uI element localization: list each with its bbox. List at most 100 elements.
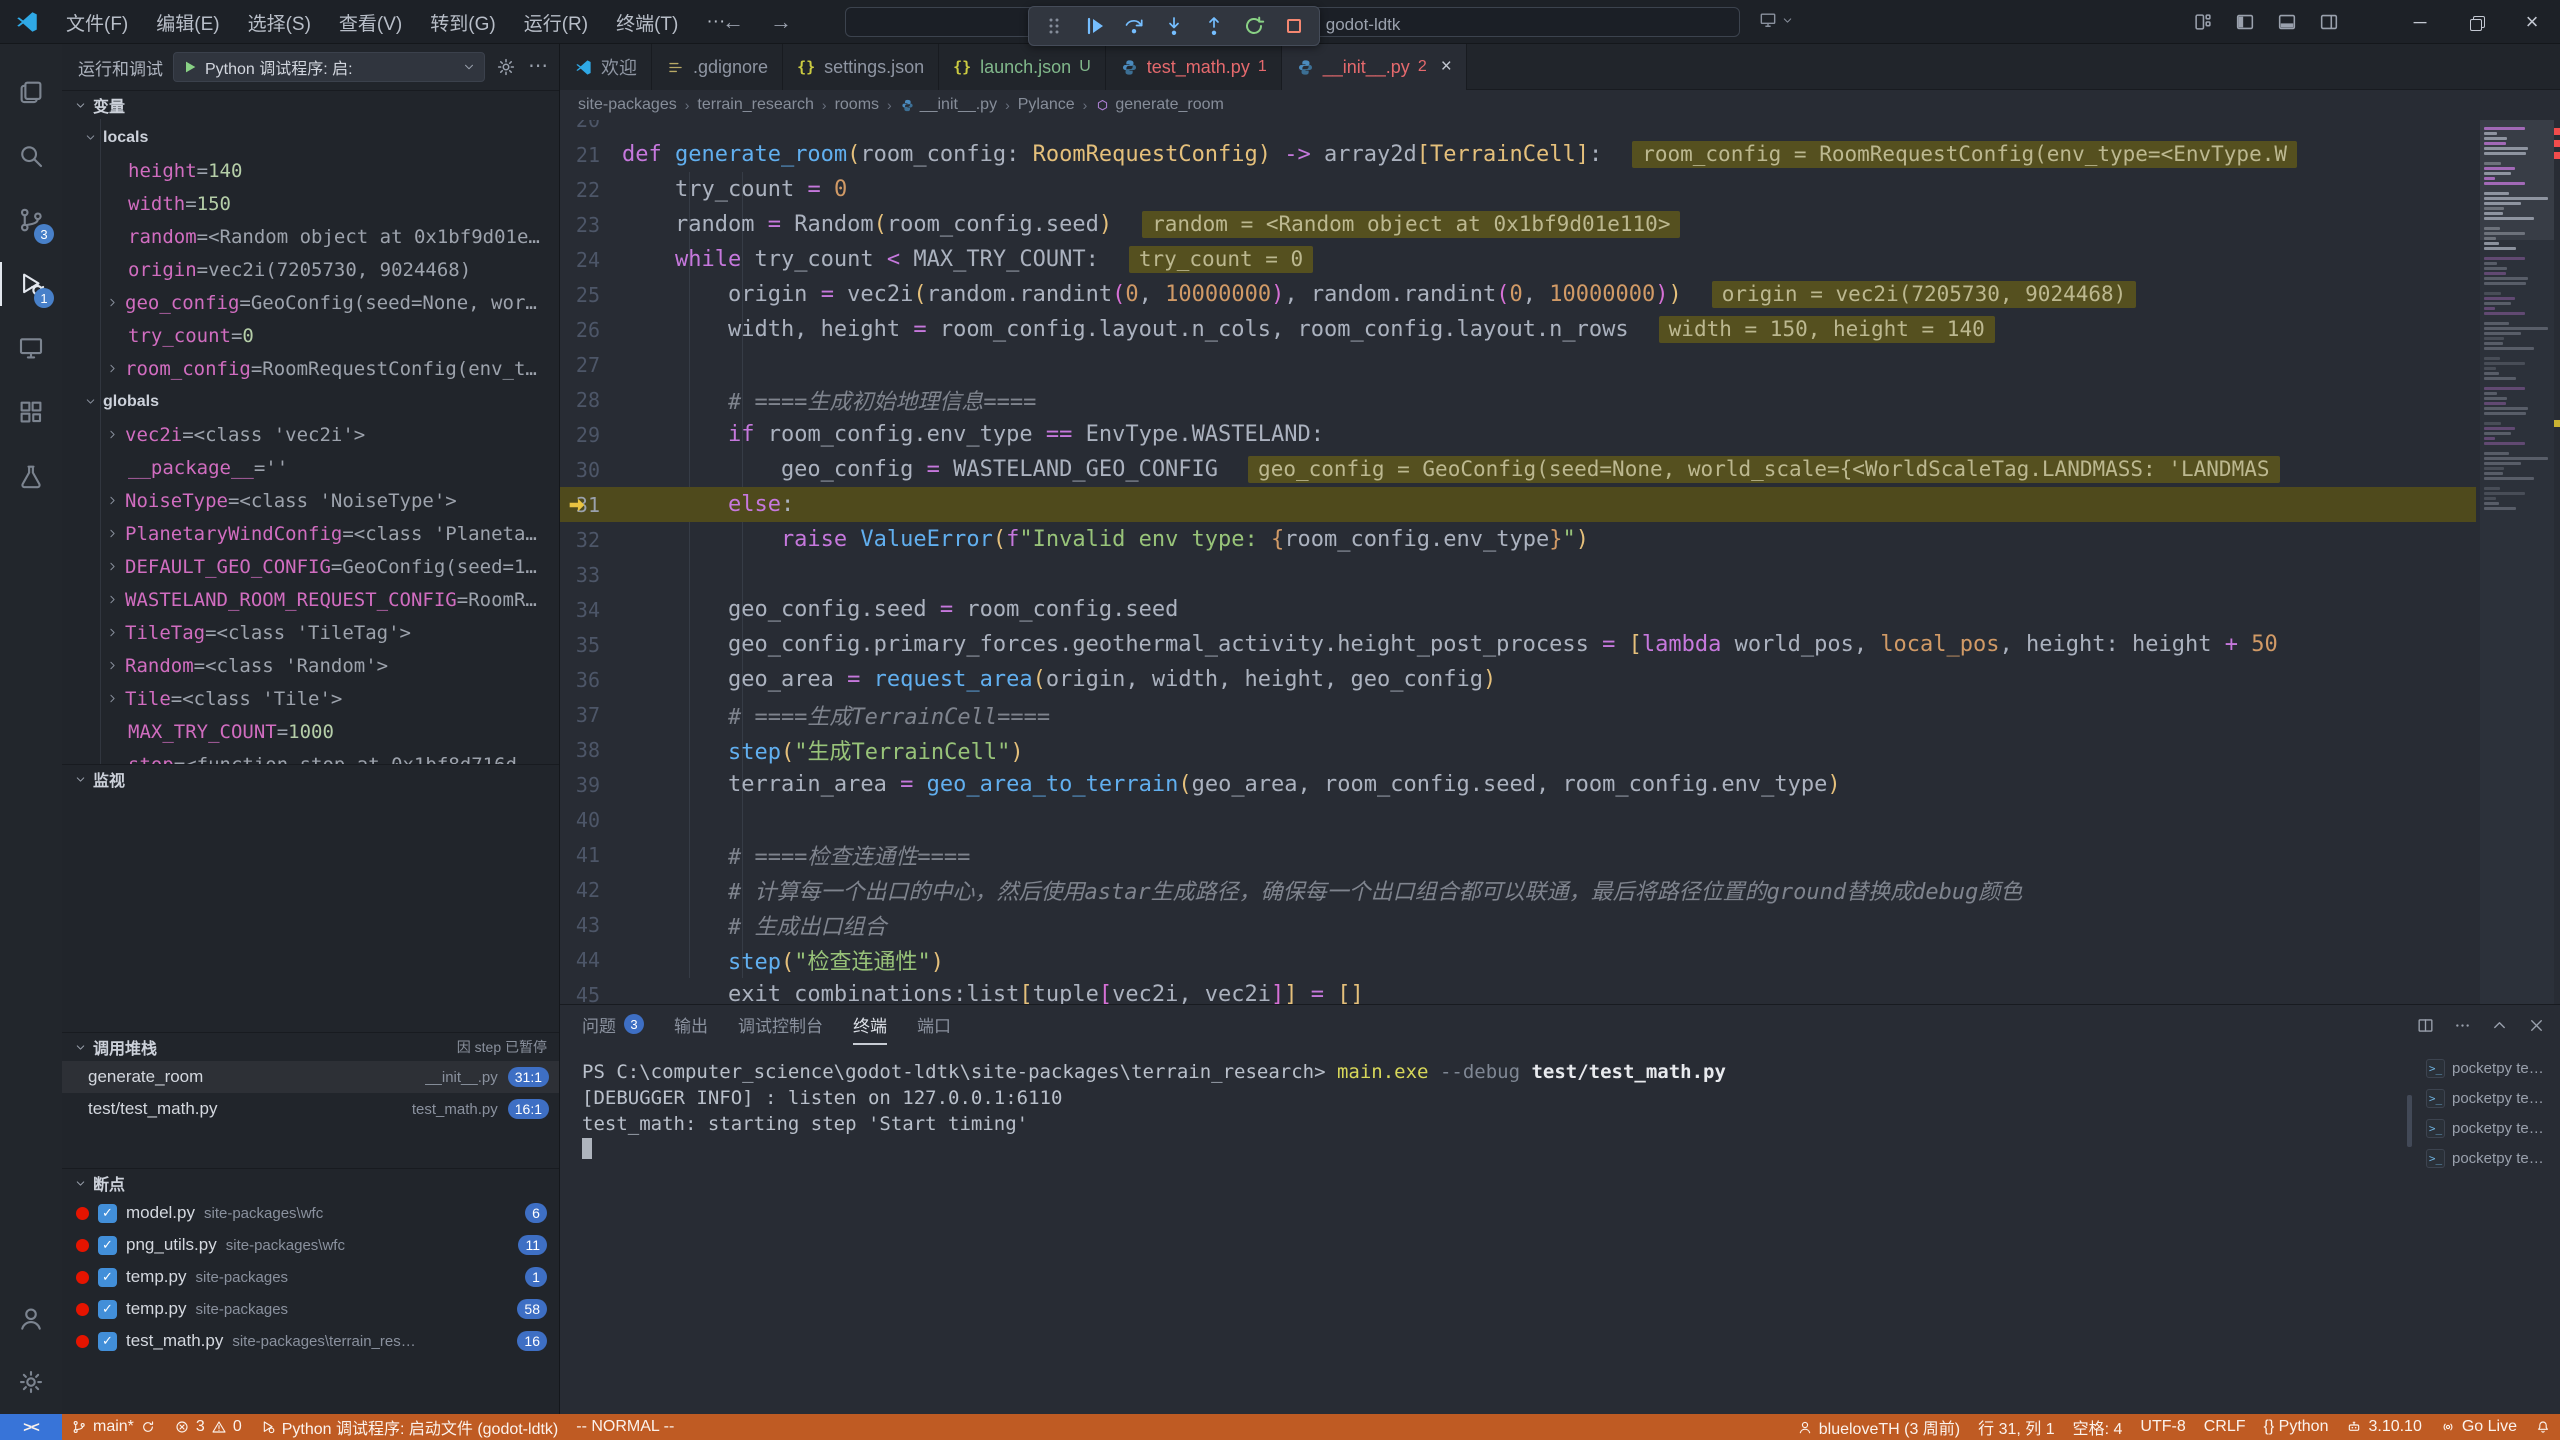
code-line-40[interactable]: 40 — [560, 802, 2476, 837]
code-line-23[interactable]: 23 random = Random(room_config.seed)rand… — [560, 207, 2476, 242]
more-icon[interactable] — [2453, 1016, 2472, 1035]
code-line-25[interactable]: 25 origin = vec2i(random.randint(0, 1000… — [560, 277, 2476, 312]
variable-row[interactable]: MAX_TRY_COUNT = 1000 — [62, 715, 559, 748]
restore-button[interactable] — [2448, 0, 2504, 44]
gear-icon[interactable] — [495, 56, 517, 78]
chevron-right-icon[interactable] — [106, 593, 119, 606]
code-line-33[interactable]: 33 — [560, 557, 2476, 592]
code-line-20[interactable]: 20 — [560, 120, 2476, 137]
status-item-main[interactable]: main* — [62, 1414, 165, 1440]
launch-config-picker[interactable]: Python 调试程序: 启: — [173, 52, 485, 82]
code-line-42[interactable]: 42 # 计算每一个出口的中心，然后使用astar生成路径，确保每一个出口组合都… — [560, 872, 2476, 907]
code-line-45[interactable]: 45 exit_combinations:list[tuple[vec2i, v… — [560, 977, 2476, 1004]
breakpoint-row[interactable]: ✓test_math.pysite-packages\terrain_res…1… — [62, 1325, 559, 1357]
panel-tab-输出[interactable]: 输出 — [674, 1005, 708, 1045]
code-line-26[interactable]: 26 width, height = room_config.layout.n_… — [560, 312, 2476, 347]
terminal-instance[interactable]: >_pocketpy te… — [2418, 1143, 2560, 1173]
code-line-43[interactable]: 43 # 生成出口组合 — [560, 907, 2476, 942]
back-arrow-icon[interactable]: ← — [722, 9, 744, 35]
code-line-30[interactable]: 30 geo_config = WASTELAND_GEO_CONFIGgeo_… — [560, 452, 2476, 487]
window-layout-dropdown[interactable] — [1758, 10, 1794, 30]
breadcrumb-item[interactable]: rooms — [835, 96, 879, 114]
activity-extensions[interactable] — [0, 380, 62, 444]
activity-run-and-debug[interactable]: 1 — [0, 252, 62, 316]
breadcrumb-item[interactable]: site-packages — [578, 96, 677, 114]
code-line-29[interactable]: 29 if room_config.env_type == EnvType.WA… — [560, 417, 2476, 452]
step-into-button[interactable] — [1157, 10, 1191, 42]
tab-settings.json[interactable]: {}settings.json — [783, 44, 939, 90]
breadcrumb-item[interactable]: __init__.py — [900, 96, 997, 114]
status-item-GoLive[interactable]: Go Live — [2431, 1414, 2526, 1440]
activity-search[interactable] — [0, 124, 62, 188]
menu-item[interactable]: 查看(V) — [327, 5, 414, 40]
close-icon[interactable]: × — [1441, 56, 1452, 78]
stop-button[interactable] — [1277, 10, 1311, 42]
status-item-NORMAL[interactable]: -- NORMAL -- — [567, 1414, 683, 1440]
status-item-3[interactable]: 30 — [165, 1414, 251, 1440]
code-line-41[interactable]: 41 # ====检查连通性==== — [560, 837, 2476, 872]
code-editor[interactable]: 2021def generate_room(room_config: RoomR… — [560, 120, 2560, 1004]
panel-tab-问题[interactable]: 问题3 — [582, 1005, 644, 1045]
code-line-44[interactable]: 44 step("检查连通性") — [560, 942, 2476, 977]
menu-item[interactable]: 终端(T) — [604, 5, 690, 40]
start-debug-icon[interactable] — [182, 59, 198, 75]
panel-tab-终端[interactable]: 终端 — [853, 1005, 887, 1045]
variable-row[interactable]: DEFAULT_GEO_CONFIG = GeoConfig(seed=1… — [62, 550, 559, 583]
stack-frame[interactable]: generate_room__init__.py31:1 — [62, 1061, 559, 1093]
status-item[interactable] — [2526, 1414, 2560, 1440]
code-line-28[interactable]: 28 # ====生成初始地理信息==== — [560, 382, 2476, 417]
more-actions-icon[interactable]: ⋯ — [527, 56, 549, 78]
restart-button[interactable] — [1237, 10, 1271, 42]
variable-row[interactable]: random = <Random object at 0x1bf9d01e… — [62, 220, 559, 253]
remote-indicator[interactable]: >< — [0, 1414, 62, 1440]
call-stack-header[interactable]: 调用堆栈 因 step 已暂停 — [62, 1033, 559, 1061]
tab-test_math.py[interactable]: test_math.py1 — [1106, 44, 1282, 90]
code-line-31[interactable]: 31 else: — [560, 487, 2476, 522]
status-item-31010[interactable]: 3.10.10 — [2337, 1414, 2430, 1440]
code-line-35[interactable]: 35 geo_config.primary_forces.geothermal_… — [560, 627, 2476, 662]
activity-accounts[interactable] — [0, 1286, 62, 1350]
toggle-panel-icon[interactable] — [2276, 11, 2298, 33]
split-panel-icon[interactable] — [2416, 1016, 2435, 1035]
scope-row[interactable]: locals — [62, 121, 559, 154]
variable-row[interactable]: WASTELAND_ROOM_REQUEST_CONFIG = RoomR… — [62, 583, 559, 616]
menu-item[interactable]: 选择(S) — [236, 5, 323, 40]
tab-[interactable]: 欢迎 — [560, 44, 652, 90]
variable-row[interactable]: TileTag = <class 'TileTag'> — [62, 616, 559, 649]
code-line-22[interactable]: 22 try_count = 0 — [560, 172, 2476, 207]
chevron-right-icon[interactable] — [106, 659, 119, 672]
code-line-24[interactable]: 24 while try_count < MAX_TRY_COUNT:try_c… — [560, 242, 2476, 277]
code-line-32[interactable]: 32 raise ValueError(f"Invalid env type: … — [560, 522, 2476, 557]
activity-testing[interactable] — [0, 444, 62, 508]
menu-item[interactable]: 编辑(E) — [144, 5, 231, 40]
breadcrumb-item[interactable]: terrain_research — [697, 96, 814, 114]
breadcrumb-item[interactable]: generate_room — [1095, 96, 1224, 114]
customize-layout-icon[interactable] — [2192, 11, 2214, 33]
variable-row[interactable]: geo_config = GeoConfig(seed=None, wor… — [62, 286, 559, 319]
breakpoint-checkbox[interactable]: ✓ — [98, 1300, 117, 1319]
variable-row[interactable]: vec2i = <class 'vec2i'> — [62, 418, 559, 451]
watch-header[interactable]: 监视 — [62, 765, 559, 793]
chevron-right-icon[interactable] — [106, 527, 119, 540]
breadcrumb-item[interactable]: Pylance — [1018, 96, 1075, 114]
chevron-right-icon[interactable] — [106, 296, 119, 309]
variable-row[interactable]: PlanetaryWindConfig = <class 'Planeta… — [62, 517, 559, 550]
maximize-panel-icon[interactable] — [2490, 1016, 2509, 1035]
breakpoint-row[interactable]: ✓png_utils.pysite-packages\wfc11 — [62, 1229, 559, 1261]
menu-item[interactable]: 文件(F) — [54, 5, 140, 40]
tab-__init__.py[interactable]: __init__.py2× — [1282, 44, 1467, 90]
variable-row[interactable]: Tile = <class 'Tile'> — [62, 682, 559, 715]
panel-tab-调试控制台[interactable]: 调试控制台 — [738, 1005, 823, 1045]
chevron-right-icon[interactable] — [106, 428, 119, 441]
code-line-38[interactable]: 38 step("生成TerrainCell") — [560, 732, 2476, 767]
breakpoint-checkbox[interactable]: ✓ — [98, 1236, 117, 1255]
menu-item[interactable]: 转到(G) — [418, 5, 507, 40]
status-item-blueloveTH3[interactable]: blueloveTH (3 周前) — [1788, 1414, 1969, 1440]
activity-source-control[interactable]: 3 — [0, 188, 62, 252]
activity-explorer[interactable] — [0, 60, 62, 124]
code-line-39[interactable]: 39 terrain_area = geo_area_to_terrain(ge… — [560, 767, 2476, 802]
breakpoint-checkbox[interactable]: ✓ — [98, 1268, 117, 1287]
tab-.gdignore[interactable]: .gdignore — [652, 44, 783, 90]
terminal-instance[interactable]: >_pocketpy te… — [2418, 1083, 2560, 1113]
status-item-CRLF[interactable]: CRLF — [2195, 1414, 2255, 1440]
